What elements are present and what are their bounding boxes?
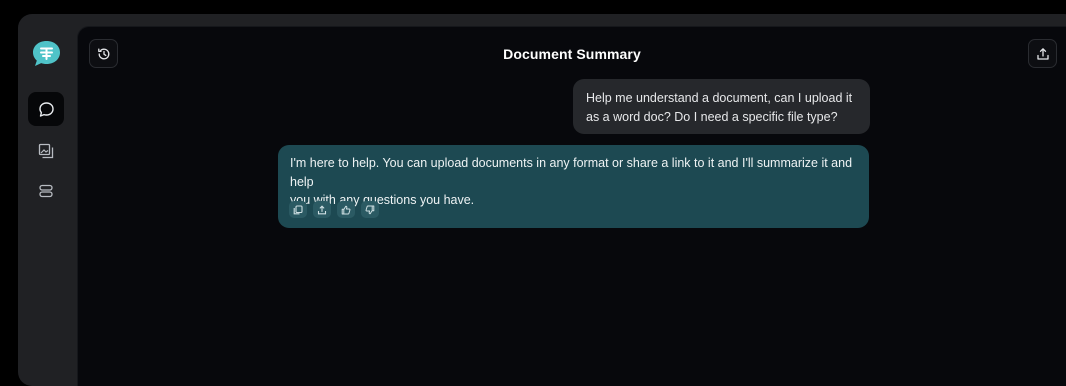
copy-button[interactable] bbox=[289, 201, 307, 218]
assistant-message: I'm here to help. You can upload documen… bbox=[278, 145, 869, 228]
share-icon bbox=[317, 204, 327, 214]
user-message-line-1: Help me understand a document, can I upl… bbox=[586, 91, 853, 105]
chat-logo-icon[interactable] bbox=[32, 40, 61, 67]
user-message: Help me understand a document, can I upl… bbox=[573, 79, 870, 134]
upload-icon bbox=[1036, 47, 1049, 60]
share-button[interactable] bbox=[1028, 39, 1057, 68]
image-gallery-icon bbox=[38, 143, 54, 159]
share-message-button[interactable] bbox=[313, 201, 331, 218]
page-title: Document Summary bbox=[503, 46, 641, 62]
speech-bubble-icon bbox=[38, 101, 54, 117]
message-actions bbox=[289, 201, 379, 218]
copy-icon bbox=[293, 204, 303, 214]
thumbs-up-icon bbox=[341, 205, 351, 214]
sidebar-item-layers[interactable] bbox=[28, 174, 64, 208]
sidebar-item-chat[interactable] bbox=[28, 92, 64, 126]
thumbs-up-button[interactable] bbox=[337, 201, 355, 218]
thumbs-down-icon bbox=[365, 205, 375, 214]
sidebar bbox=[18, 14, 77, 373]
thumbs-down-button[interactable] bbox=[361, 201, 379, 218]
assistant-message-line-1: I'm here to help. You can upload documen… bbox=[290, 156, 853, 189]
chat-panel: Document Summary Help me understand a do… bbox=[77, 26, 1066, 386]
user-message-line-2: as a word doc? Do I need a specific file… bbox=[586, 109, 838, 124]
stacked-layers-icon bbox=[39, 184, 53, 198]
sidebar-item-images[interactable] bbox=[28, 134, 64, 168]
